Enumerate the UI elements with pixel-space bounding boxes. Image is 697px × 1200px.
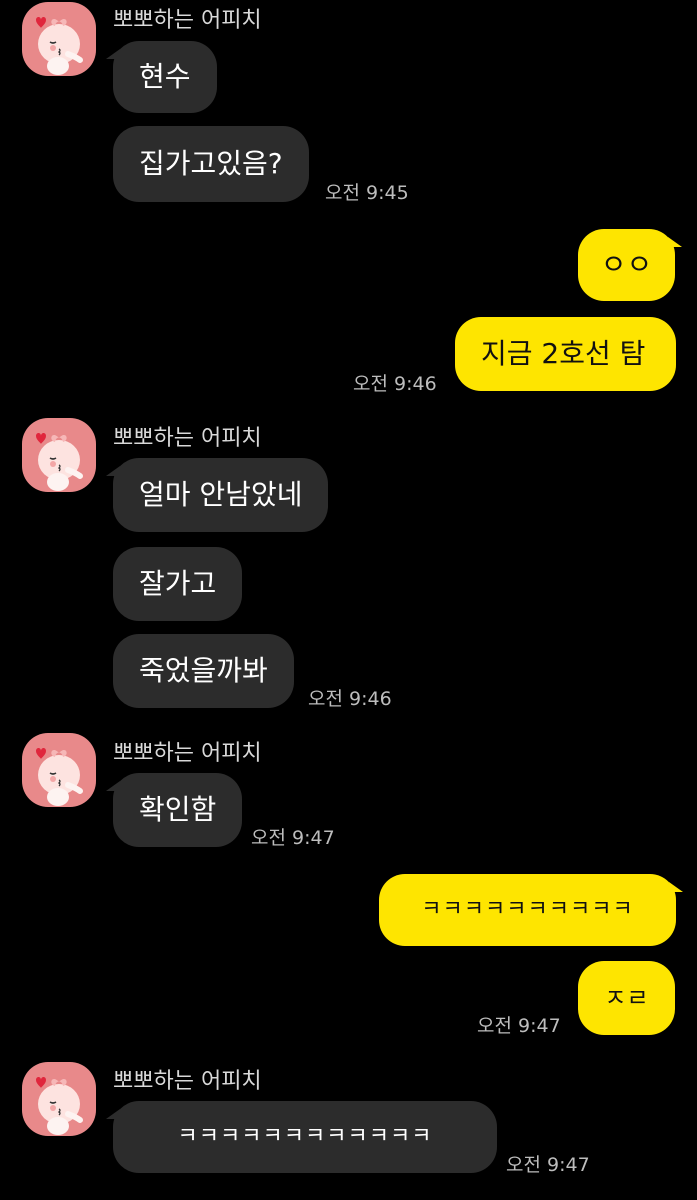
my-message-bubble[interactable]: ㅋㅋㅋㅋㅋㅋㅋㅋㅋㅋ bbox=[379, 874, 683, 946]
message-bubble[interactable]: 죽었을까봐 bbox=[113, 634, 294, 708]
sender-name: 뽀뽀하는 어피치 bbox=[113, 741, 262, 766]
sender-avatar[interactable] bbox=[22, 418, 96, 492]
sender-name: 뽀뽀하는 어피치 bbox=[113, 1069, 262, 1094]
message-bubble[interactable]: 잘가고 bbox=[113, 547, 243, 621]
apeach-kiss-profile-icon bbox=[22, 418, 96, 492]
message-bubble[interactable]: ㅋㅋㅋㅋㅋㅋㅋㅋㅋㅋㅋㅋ bbox=[106, 1101, 497, 1173]
apeach-kiss-profile-icon bbox=[22, 2, 96, 76]
sender-avatar[interactable] bbox=[22, 1062, 96, 1136]
message-timestamp: 오전 9:47 bbox=[506, 1154, 590, 1176]
message-bubble[interactable]: 현수 bbox=[106, 41, 217, 113]
my-message-bubble[interactable]: ㅇㅇ bbox=[578, 229, 682, 301]
apeach-kiss-profile-icon bbox=[22, 1062, 96, 1136]
message-timestamp: 오전 9:45 bbox=[325, 182, 409, 204]
message-timestamp: 오전 9:46 bbox=[353, 373, 437, 395]
apeach-kiss-profile-icon bbox=[22, 733, 96, 807]
message-bubble[interactable]: 얼마 안남았네 bbox=[106, 458, 329, 532]
message-timestamp: 오전 9:46 bbox=[308, 688, 392, 710]
sender-avatar[interactable] bbox=[22, 733, 96, 807]
sender-name: 뽀뽀하는 어피치 bbox=[113, 8, 262, 33]
message-timestamp: 오전 9:47 bbox=[477, 1015, 561, 1037]
my-message-bubble[interactable]: ㅈㄹ bbox=[578, 961, 675, 1035]
my-message-bubble[interactable]: 지금 2호선 탐 bbox=[455, 317, 676, 391]
message-bubble[interactable]: 집가고있음? bbox=[113, 126, 309, 202]
message-timestamp: 오전 9:47 bbox=[251, 827, 335, 849]
sender-avatar[interactable] bbox=[22, 2, 96, 76]
message-bubble[interactable]: 확인함 bbox=[106, 773, 243, 847]
sender-name: 뽀뽀하는 어피치 bbox=[113, 426, 262, 451]
